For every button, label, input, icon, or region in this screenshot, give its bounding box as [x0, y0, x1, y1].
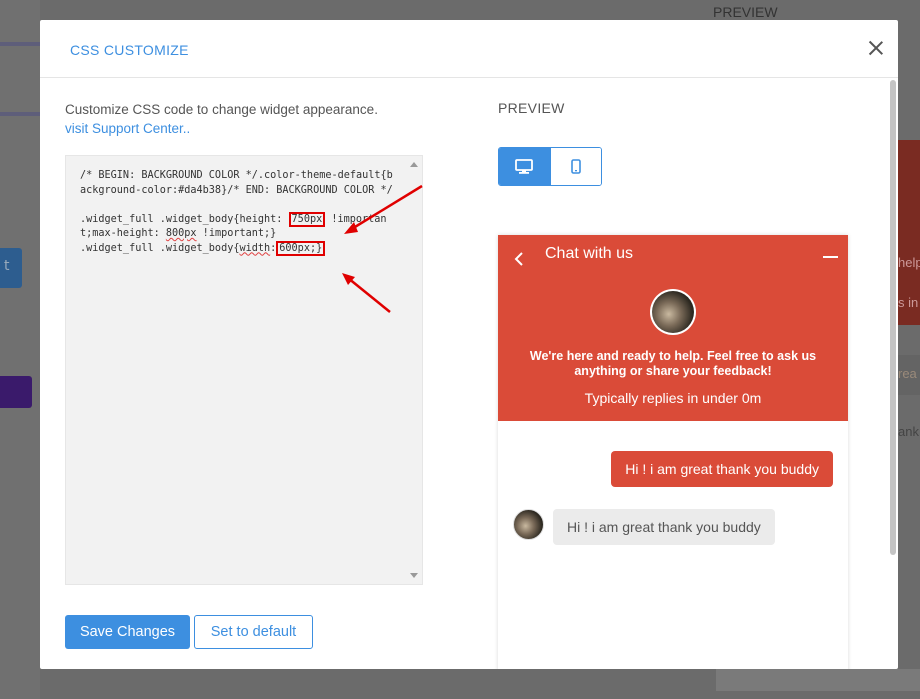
background-text: s in: [898, 295, 919, 310]
background-preview-label: PREVIEW: [713, 4, 778, 20]
widget-header: Chat with us We're here and ready to hel…: [498, 235, 848, 421]
scroll-up-arrow-icon[interactable]: [410, 162, 418, 167]
background-button: t: [0, 248, 22, 288]
agent-avatar: [650, 289, 696, 335]
code-line-height-suffix: !important;}: [196, 228, 277, 239]
intro-text: Customize CSS code to change widget appe…: [65, 102, 378, 117]
annotation-arrow-icon: [342, 273, 391, 313]
device-toggle: [498, 147, 602, 186]
highlighted-width-value: 600px;}: [276, 240, 326, 256]
modal-scrollbar[interactable]: [890, 80, 896, 555]
background-text: help: [898, 255, 920, 270]
chat-widget-preview: Chat with us We're here and ready to hel…: [498, 235, 848, 669]
support-center-link[interactable]: visit Support Center..: [65, 121, 190, 136]
widget-title: Chat with us: [545, 245, 634, 262]
back-icon[interactable]: [512, 252, 526, 266]
background-sidebar: [0, 0, 40, 699]
welcome-text: We're here and ready to help. Feel free …: [529, 349, 817, 378]
background-button: [0, 376, 32, 408]
modal-title: CSS CUSTOMIZE: [70, 42, 189, 58]
avatar: [513, 509, 544, 540]
reply-time-text: Typically replies in under 0m: [584, 390, 762, 406]
width-property: width: [239, 242, 271, 254]
max-height-value: 800px: [165, 228, 197, 239]
background-divider: [0, 42, 40, 46]
desktop-icon: [515, 158, 534, 174]
css-customize-modal: CSS CUSTOMIZE Customize CSS code to chan…: [40, 20, 898, 669]
modal-header: CSS CUSTOMIZE: [40, 20, 898, 78]
preview-label: PREVIEW: [498, 100, 565, 116]
set-to-default-button[interactable]: Set to default: [194, 615, 313, 649]
incoming-message: Hi ! i am great thank you buddy: [553, 509, 775, 545]
annotation-arrow-icon: [344, 184, 423, 234]
background-text: ank: [898, 424, 919, 439]
outgoing-message: Hi ! i am great thank you buddy: [611, 451, 833, 487]
background-footer: [716, 669, 920, 691]
close-icon[interactable]: [866, 38, 886, 58]
minimize-icon[interactable]: [823, 256, 838, 258]
background-divider: [0, 112, 40, 116]
code-line-width-prefix: .widget_full .widget_body{: [80, 242, 240, 254]
highlighted-height-value: 750px: [288, 211, 326, 227]
mobile-icon: [570, 159, 581, 174]
desktop-preview-button[interactable]: [499, 148, 550, 185]
scroll-down-arrow-icon[interactable]: [410, 573, 418, 578]
background-text: rea: [898, 366, 917, 381]
intro-text-block: Customize CSS code to change widget appe…: [65, 100, 425, 138]
code-line-height-prefix: .widget_full .widget_body{height:: [80, 213, 289, 225]
mobile-preview-button[interactable]: [549, 148, 601, 185]
save-changes-button[interactable]: Save Changes: [65, 615, 190, 649]
